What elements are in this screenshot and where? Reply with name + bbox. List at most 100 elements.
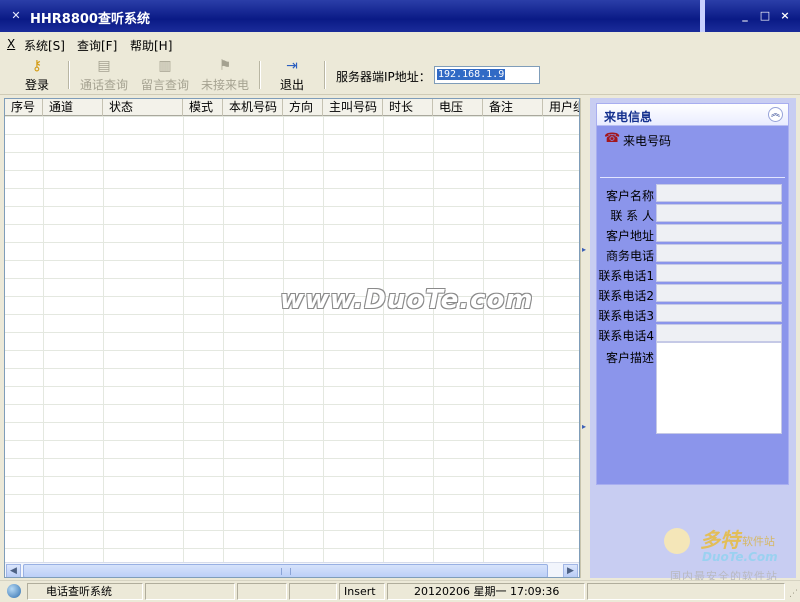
phone-icon: ☎ xyxy=(604,131,621,146)
toolbar-separator xyxy=(259,61,261,89)
contact-person-label: 联 系 人 xyxy=(610,209,654,223)
logo-brand: 多特 xyxy=(700,528,740,552)
server-ip-label: 服务器端IP地址： xyxy=(336,70,431,84)
duote-logo: 多特 软件站 DuoTe.Com 国内最安全的软件站 xyxy=(664,524,796,584)
status-bar: 电话查听系统 Insert 20120206 星期一 17:09:36 ⋰ xyxy=(0,580,800,602)
minimize-button[interactable]: _ xyxy=(738,9,752,23)
maximize-button[interactable]: □ xyxy=(758,9,772,23)
status-date-time: 20120206 星期一 17:09:36 xyxy=(387,583,585,600)
contact-phone-1-label: 联系电话1 xyxy=(598,269,654,283)
logo-suffix: 软件站 xyxy=(742,535,775,548)
contact-phone-2-label: 联系电话2 xyxy=(598,289,654,303)
customer-description-label: 客户描述 xyxy=(605,351,654,365)
column-divider xyxy=(383,116,384,562)
customer-name-label: 客户名称 xyxy=(605,189,654,203)
caller-info-panel: 来电信息 ︽ ☎ 来电号码 客户名称 联 系 人 客户地址 商务电话 联系电话1… xyxy=(596,103,789,485)
title-stripe xyxy=(700,0,705,32)
caller-info-title: 来电信息 xyxy=(604,110,653,124)
column-divider xyxy=(323,116,324,562)
scroll-thumb[interactable] xyxy=(23,564,548,577)
column-header-channel[interactable]: 通道 xyxy=(43,99,103,116)
contact-phone-3-label: 联系电话3 xyxy=(598,309,654,323)
contact-phone-2-field[interactable] xyxy=(656,284,782,302)
menu-item-help[interactable]: 帮助[H] xyxy=(130,37,172,54)
menu-item-x[interactable]: X xyxy=(7,37,15,51)
channel-table[interactable]: 序号 通道 状态 模式 本机号码 方向 主叫号码 时长 电压 备注 用户组 ww… xyxy=(4,98,580,578)
customer-address-field[interactable] xyxy=(656,224,782,242)
customer-name-field[interactable] xyxy=(656,184,782,202)
panel-divider xyxy=(600,177,785,178)
table-body[interactable] xyxy=(5,116,579,562)
watermark-text: www.DuoTe.com xyxy=(280,285,534,315)
column-divider xyxy=(283,116,284,562)
login-button[interactable]: ⚷ 登录 xyxy=(20,57,54,93)
status-app-name: 电话查听系统 xyxy=(27,583,143,600)
column-divider xyxy=(433,116,434,562)
status-panel-empty-4 xyxy=(587,583,785,600)
mascot-icon xyxy=(664,528,690,554)
menu-item-query[interactable]: 查询[F] xyxy=(77,37,117,54)
contact-phone-1-field[interactable] xyxy=(656,264,782,282)
menu-bar: X 系统[S] 查询[F] 帮助[H] xyxy=(0,34,800,54)
globe-icon xyxy=(7,584,21,598)
resize-grip-icon[interactable]: ⋰ xyxy=(786,588,798,600)
title-bar[interactable]: ✕ HHR8800查听系统 _ □ × xyxy=(0,0,800,32)
column-header-local-number[interactable]: 本机号码 xyxy=(223,99,283,116)
missed-calls-button[interactable]: ⚑ 未接来电 xyxy=(199,57,251,93)
status-panel-empty-1 xyxy=(145,583,235,600)
call-query-button[interactable]: ▤ 通话查询 xyxy=(78,57,130,93)
app-icon: ✕ xyxy=(11,9,21,22)
server-ip-input[interactable]: 192.168.1.9 xyxy=(434,66,540,84)
contact-phone-3-field[interactable] xyxy=(656,304,782,322)
scroll-grip xyxy=(281,568,291,575)
horizontal-scrollbar[interactable]: ◀ ▶ xyxy=(5,562,579,577)
message-query-button[interactable]: ▥ 留言查询 xyxy=(139,57,191,93)
column-divider xyxy=(183,116,184,562)
column-header-voltage[interactable]: 电压 xyxy=(433,99,483,116)
key-icon: ⚷ xyxy=(31,58,43,74)
column-header-mode[interactable]: 模式 xyxy=(183,99,223,116)
flag-icon: ⚑ xyxy=(218,58,232,74)
column-header-user-group[interactable]: 用户组 xyxy=(543,99,579,116)
close-button[interactable]: × xyxy=(778,9,792,23)
column-header-caller-number[interactable]: 主叫号码 xyxy=(323,99,383,116)
document-icon: ▤ xyxy=(97,58,111,74)
customer-description-field[interactable] xyxy=(656,342,782,434)
menu-item-system[interactable]: 系统[S] xyxy=(24,37,65,54)
collapse-chevron-icon[interactable]: ︽ xyxy=(768,107,783,122)
note-icon: ▥ xyxy=(158,58,172,74)
business-phone-field[interactable] xyxy=(656,244,782,262)
column-divider xyxy=(43,116,44,562)
column-header-duration[interactable]: 时长 xyxy=(383,99,433,116)
table-header: 序号 通道 状态 模式 本机号码 方向 主叫号码 时长 电压 备注 用户组 xyxy=(5,99,579,116)
scroll-right-button[interactable]: ▶ xyxy=(563,564,578,577)
column-divider xyxy=(543,116,544,562)
window-title: HHR8800查听系统 xyxy=(30,12,150,27)
business-phone-label: 商务电话 xyxy=(605,249,654,263)
contact-person-field[interactable] xyxy=(656,204,782,222)
caller-number-label: 来电号码 xyxy=(623,134,672,148)
column-header-index[interactable]: 序号 xyxy=(5,99,43,116)
contact-phone-4-label: 联系电话4 xyxy=(598,329,654,343)
status-panel-empty-2 xyxy=(237,583,287,600)
column-divider xyxy=(103,116,104,562)
panel-splitter[interactable]: ▸ ▸ xyxy=(580,98,588,578)
exit-door-icon: ⇥ xyxy=(286,58,298,74)
scroll-left-button[interactable]: ◀ xyxy=(6,564,21,577)
column-header-direction[interactable]: 方向 xyxy=(283,99,323,116)
column-divider xyxy=(223,116,224,562)
status-panel-empty-3 xyxy=(289,583,337,600)
toolbar-separator xyxy=(68,61,70,89)
splitter-arrow-icon[interactable]: ▸ xyxy=(582,423,588,431)
splitter-arrow-icon[interactable]: ▸ xyxy=(582,246,588,254)
server-ip-value: 192.168.1.9 xyxy=(437,69,506,80)
customer-address-label: 客户地址 xyxy=(605,229,654,243)
status-insert-mode: Insert xyxy=(339,583,385,600)
toolbar-separator xyxy=(324,61,326,89)
logo-domain: DuoTe.Com xyxy=(702,550,778,564)
column-header-status[interactable]: 状态 xyxy=(103,99,183,116)
column-header-remark[interactable]: 备注 xyxy=(483,99,543,116)
caller-info-header[interactable]: 来电信息 ︽ xyxy=(597,104,788,126)
exit-button[interactable]: ⇥ 退出 xyxy=(276,57,308,93)
contact-phone-4-field[interactable] xyxy=(656,324,782,342)
